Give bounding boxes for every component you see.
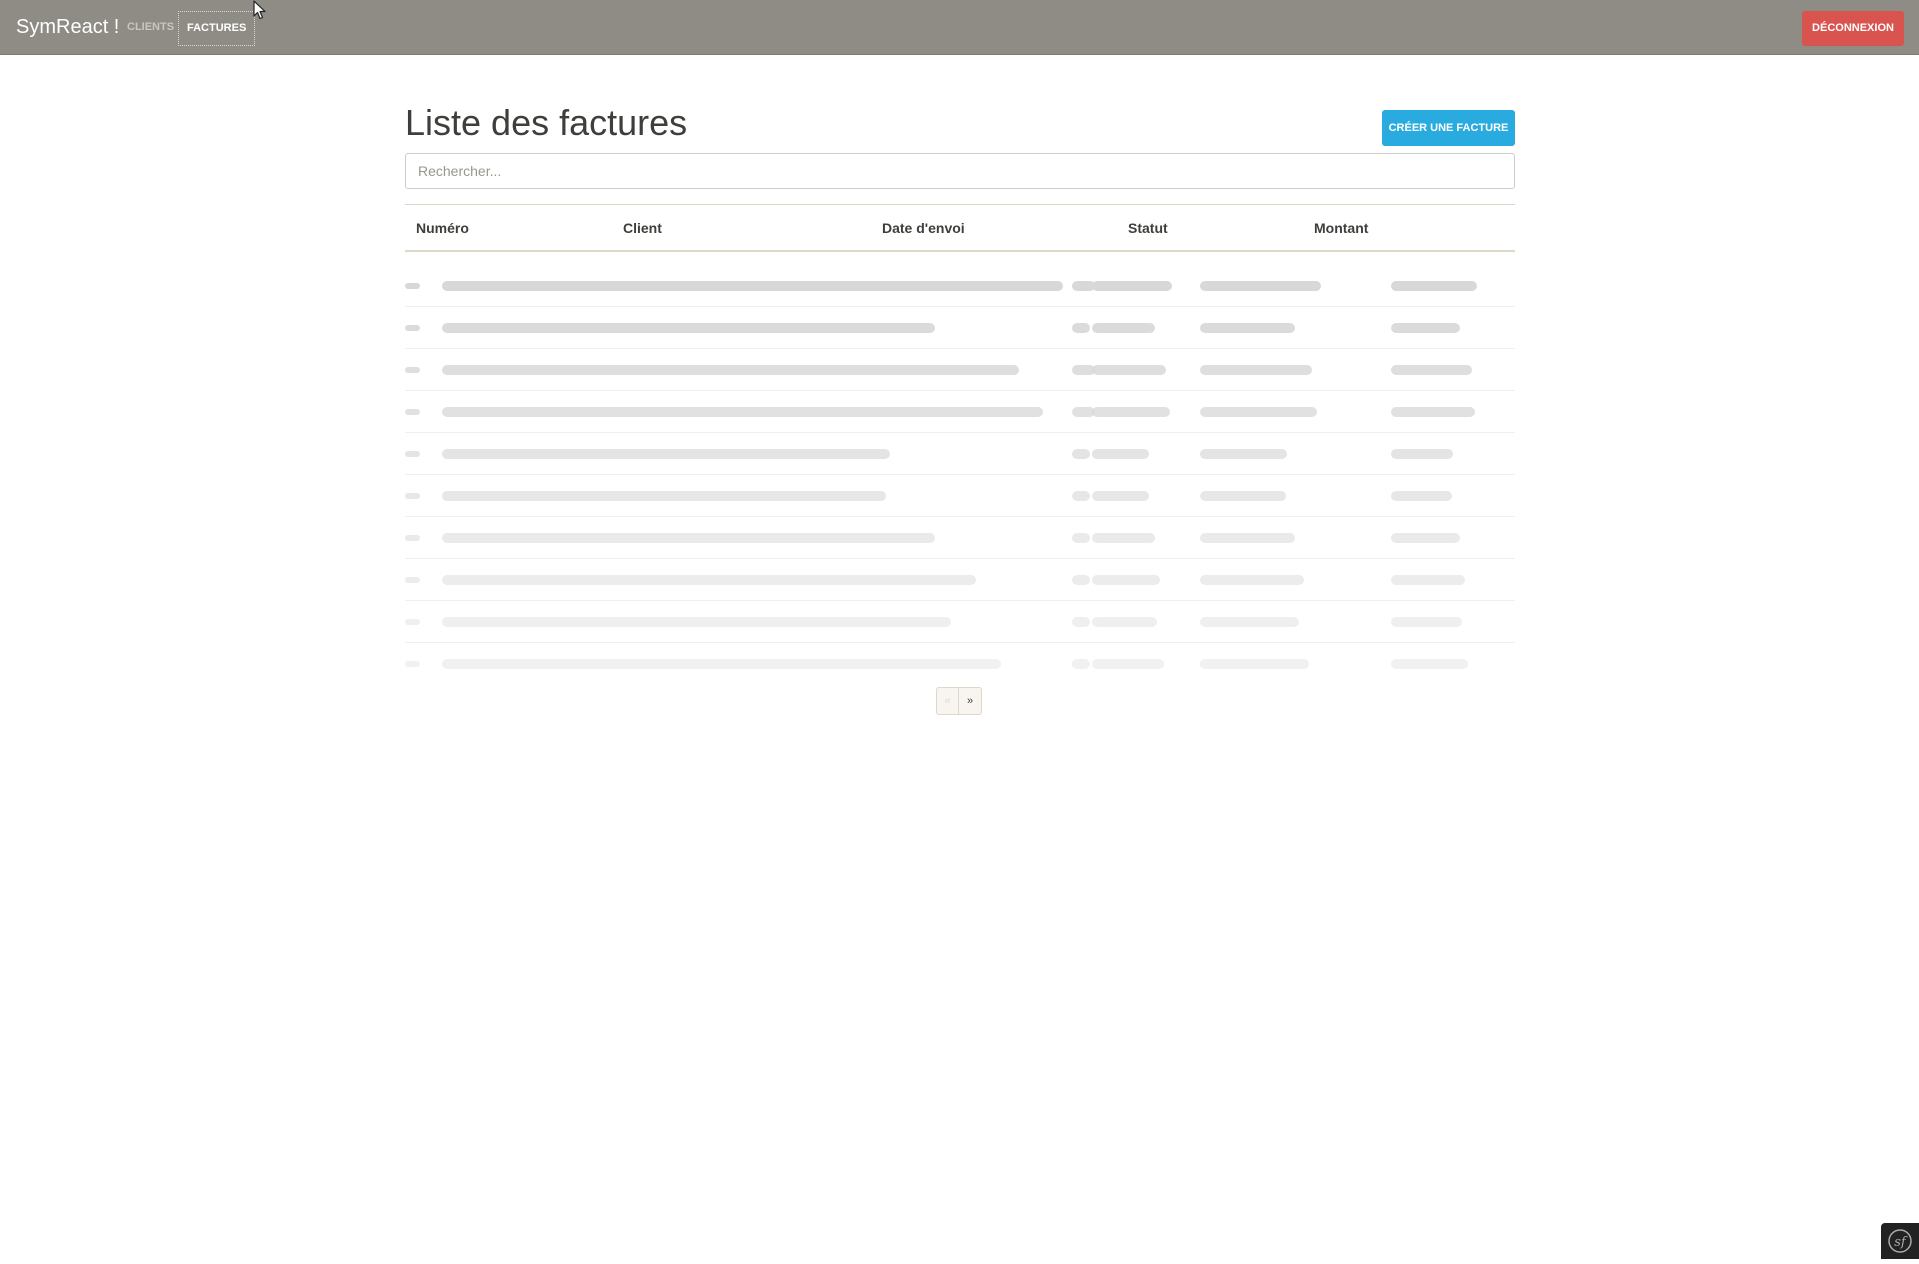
skeleton-placeholder-bar [1072, 659, 1090, 669]
skeleton-placeholder-bar [1200, 323, 1295, 333]
skeleton-placeholder-bar [1391, 281, 1477, 291]
skeleton-placeholder-bar [1092, 407, 1170, 417]
skeleton-placeholder-bar [1072, 575, 1090, 585]
column-header-numero: Numéro [416, 219, 469, 237]
pagination: « » [936, 687, 982, 715]
brand-link[interactable]: SymReact ! [16, 16, 119, 38]
pagination-next-button[interactable]: » [959, 687, 982, 715]
skeleton-placeholder-bar [1092, 449, 1149, 459]
skeleton-placeholder-bar [442, 575, 976, 585]
skeleton-placeholder-bar [1391, 449, 1453, 459]
skeleton-placeholder-bar [1092, 365, 1166, 375]
skeleton-placeholder-bar [1391, 575, 1465, 585]
skeleton-placeholder-bar [442, 365, 1019, 375]
skeleton-placeholder-bar [405, 283, 420, 289]
skeleton-placeholder-bar [442, 281, 1063, 291]
skeleton-placeholder-bar [405, 367, 420, 373]
search-input[interactable] [405, 153, 1515, 189]
nav-link-factures[interactable]: FACTURES [178, 11, 255, 46]
skeleton-placeholder-bar [1200, 575, 1304, 585]
skeleton-placeholder-bar [1072, 491, 1090, 501]
skeleton-placeholder-bar [442, 617, 951, 627]
table-body-loading-skeleton [405, 265, 1515, 685]
skeleton-placeholder-bar [1391, 407, 1475, 417]
skeleton-placeholder-bar [1072, 617, 1090, 627]
skeleton-placeholder-bar [1092, 575, 1160, 585]
skeleton-placeholder-bar [442, 407, 1043, 417]
symfony-toolbar-toggle[interactable]: sf [1881, 1223, 1919, 1259]
skeleton-placeholder-bar [1200, 281, 1321, 291]
skeleton-placeholder-bar [1200, 491, 1286, 501]
skeleton-placeholder-bar [1092, 533, 1155, 543]
svg-text:sf: sf [1894, 1235, 1908, 1250]
column-header-date-envoi: Date d'envoi [882, 219, 965, 237]
skeleton-placeholder-bar [1391, 533, 1460, 543]
skeleton-placeholder-bar [1200, 407, 1317, 417]
skeleton-placeholder-bar [1200, 365, 1312, 375]
skeleton-placeholder-bar [1200, 533, 1295, 543]
skeleton-placeholder-bar [405, 325, 420, 331]
table-row-skeleton [405, 559, 1515, 601]
create-invoice-button[interactable]: CRÉER UNE FACTURE [1382, 110, 1515, 146]
skeleton-placeholder-bar [1092, 281, 1172, 291]
column-header-statut: Statut [1128, 219, 1168, 237]
skeleton-placeholder-bar [1391, 365, 1472, 375]
page-title: Liste des factures [405, 102, 687, 144]
table-header: Numéro Client Date d'envoi Statut Montan… [405, 204, 1515, 252]
skeleton-placeholder-bar [442, 533, 935, 543]
logout-button[interactable]: DÉCONNEXION [1802, 11, 1904, 46]
skeleton-placeholder-bar [1200, 617, 1299, 627]
table-row-skeleton [405, 265, 1515, 307]
skeleton-placeholder-bar [442, 659, 1001, 669]
skeleton-placeholder-bar [1092, 617, 1157, 627]
table-row-skeleton [405, 643, 1515, 685]
table-row-skeleton [405, 517, 1515, 559]
skeleton-placeholder-bar [1200, 659, 1309, 669]
skeleton-placeholder-bar [405, 661, 420, 667]
nav-link-clients[interactable]: CLIENTS [119, 11, 182, 46]
skeleton-placeholder-bar [1092, 323, 1155, 333]
skeleton-placeholder-bar [405, 535, 420, 541]
skeleton-placeholder-bar [1072, 533, 1090, 543]
skeleton-placeholder-bar [405, 451, 420, 457]
skeleton-placeholder-bar [1391, 617, 1462, 627]
symfony-logo-icon: sf [1881, 1223, 1919, 1259]
table-row-skeleton [405, 475, 1515, 517]
table-row-skeleton [405, 601, 1515, 643]
pagination-prev-button[interactable]: « [936, 687, 959, 715]
top-navbar: SymReact ! CLIENTS FACTURES DÉCONNEXION [0, 0, 1919, 55]
skeleton-placeholder-bar [1072, 449, 1090, 459]
table-row-skeleton [405, 349, 1515, 391]
skeleton-placeholder-bar [1200, 449, 1287, 459]
skeleton-placeholder-bar [405, 493, 420, 499]
skeleton-placeholder-bar [405, 409, 420, 415]
skeleton-placeholder-bar [405, 619, 420, 625]
skeleton-placeholder-bar [1391, 323, 1460, 333]
column-header-client: Client [623, 219, 662, 237]
skeleton-placeholder-bar [1072, 323, 1090, 333]
skeleton-placeholder-bar [1092, 491, 1149, 501]
mouse-pointer-icon [253, 0, 267, 20]
skeleton-placeholder-bar [442, 323, 935, 333]
skeleton-placeholder-bar [442, 491, 886, 501]
skeleton-placeholder-bar [442, 449, 890, 459]
skeleton-placeholder-bar [1092, 659, 1164, 669]
table-row-skeleton [405, 391, 1515, 433]
column-header-montant: Montant [1314, 219, 1368, 237]
skeleton-placeholder-bar [405, 577, 420, 583]
skeleton-placeholder-bar [1391, 659, 1468, 669]
skeleton-placeholder-bar [1391, 491, 1452, 501]
table-row-skeleton [405, 433, 1515, 475]
table-row-skeleton [405, 307, 1515, 349]
